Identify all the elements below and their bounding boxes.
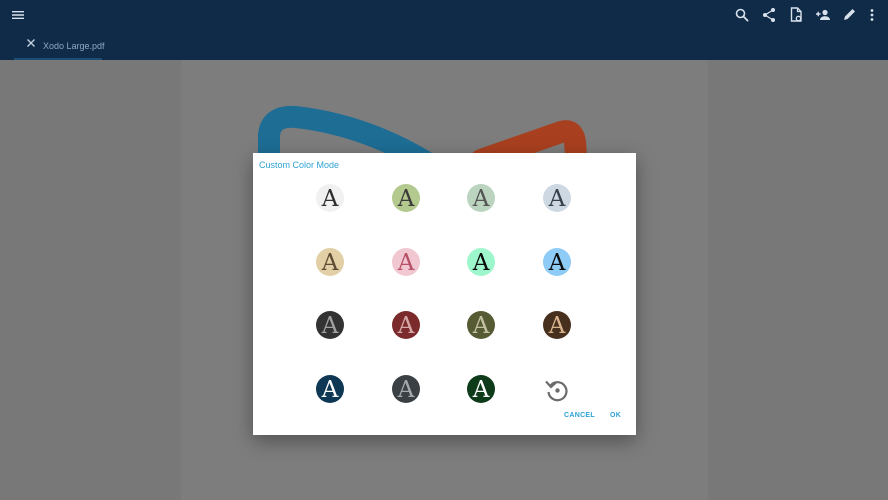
document-tab[interactable]: Xodo Large.pdf [14, 33, 105, 60]
search-icon[interactable] [730, 3, 754, 27]
color-swatch[interactable]: A [467, 184, 495, 212]
top-toolbar: Xodo Large.pdf [0, 0, 888, 60]
color-swatch[interactable]: A [392, 311, 420, 339]
swatch-letter: A [472, 250, 490, 276]
color-swatch[interactable]: A [543, 248, 571, 276]
color-swatch[interactable]: A [467, 248, 495, 276]
swatch-letter: A [321, 186, 339, 212]
color-swatch[interactable]: A [316, 248, 344, 276]
color-swatch[interactable]: A [316, 184, 344, 212]
ok-button[interactable]: OK [610, 412, 621, 419]
add-user-icon[interactable] [811, 3, 835, 27]
swatch-letter: A [397, 186, 415, 212]
dialog-title: Custom Color Mode [259, 160, 340, 170]
swatch-letter: A [397, 313, 415, 339]
reset-icon[interactable] [542, 375, 572, 405]
swatch-letter: A [548, 186, 566, 212]
swatch-letter: A [397, 377, 415, 403]
file-settings-icon[interactable] [784, 3, 808, 27]
swatch-letter: A [321, 313, 339, 339]
tab-title: Xodo Large.pdf [43, 41, 105, 51]
more-icon[interactable] [860, 3, 884, 27]
swatch-letter: A [321, 250, 339, 276]
swatch-letter: A [472, 377, 490, 403]
custom-color-mode-dialog: Custom Color Mode A A A A A A A A A A A A A A A CANCEL… [253, 153, 636, 435]
swatch-letter: A [472, 313, 490, 339]
color-swatch[interactable]: A [316, 311, 344, 339]
pencil-icon[interactable] [837, 3, 861, 27]
color-swatch[interactable]: A [392, 375, 420, 403]
color-swatch[interactable]: A [543, 184, 571, 212]
swatch-letter: A [397, 250, 415, 276]
swatch-letter: A [472, 186, 490, 212]
share-icon[interactable] [757, 3, 781, 27]
color-swatch[interactable]: A [392, 248, 420, 276]
menu-icon[interactable] [6, 3, 30, 27]
close-icon[interactable] [24, 36, 38, 50]
color-swatch[interactable]: A [467, 375, 495, 403]
color-swatch[interactable]: A [316, 375, 344, 403]
swatch-letter: A [321, 377, 339, 403]
color-swatch[interactable]: A [467, 311, 495, 339]
swatch-letter: A [548, 313, 566, 339]
color-swatch[interactable]: A [392, 184, 420, 212]
color-swatch[interactable]: A [543, 311, 571, 339]
cancel-button[interactable]: CANCEL [564, 412, 595, 419]
swatch-letter: A [548, 250, 566, 276]
